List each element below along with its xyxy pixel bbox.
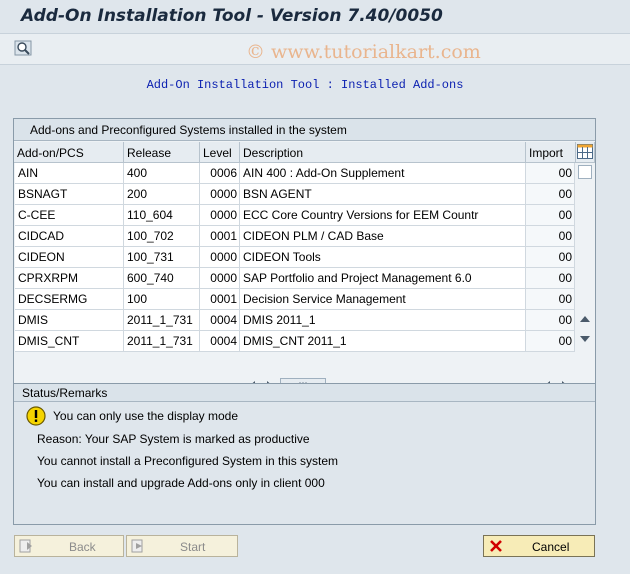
status-title: Status/Remarks bbox=[14, 384, 595, 402]
cell-description: AIN 400 : Add-On Supplement bbox=[240, 163, 526, 184]
cell-addon: DECSERMG bbox=[15, 289, 124, 310]
cell-import: 00 bbox=[526, 289, 575, 310]
cell-level: 0004 bbox=[200, 310, 240, 331]
cell-addon: CIDEON bbox=[15, 247, 124, 268]
warning-icon bbox=[26, 406, 46, 429]
cell-level: 0000 bbox=[200, 268, 240, 289]
row-select-box[interactable] bbox=[578, 165, 592, 179]
cell-import: 00 bbox=[526, 163, 575, 184]
table-row[interactable]: BSNAGT 200 0000 BSN AGENT 00 bbox=[15, 184, 593, 205]
cell-import: 00 bbox=[526, 331, 575, 352]
cell-level: 0004 bbox=[200, 331, 240, 352]
cell-addon: BSNAGT bbox=[15, 184, 124, 205]
button-bar: Back Start Cancel bbox=[0, 530, 630, 574]
installed-addons-group: Add-ons and Preconfigured Systems instal… bbox=[13, 118, 596, 419]
status-remarks-group: Status/Remarks You can only use the disp… bbox=[13, 383, 596, 525]
cell-release: 600_740 bbox=[124, 268, 200, 289]
start-icon bbox=[131, 539, 145, 556]
cell-addon: CPRXRPM bbox=[15, 268, 124, 289]
cell-description: CIDEON PLM / CAD Base bbox=[240, 226, 526, 247]
column-header-level[interactable]: Level bbox=[200, 142, 240, 163]
cell-description: Decision Service Management bbox=[240, 289, 526, 310]
column-header-release[interactable]: Release bbox=[124, 142, 200, 163]
cell-release: 400 bbox=[124, 163, 200, 184]
status-line: You can only use the display mode bbox=[53, 409, 239, 423]
cell-import: 00 bbox=[526, 247, 575, 268]
page-subtitle: Add-On Installation Tool : Installed Add… bbox=[146, 78, 464, 92]
cell-level: 0001 bbox=[200, 289, 240, 310]
column-header-description[interactable]: Description bbox=[240, 142, 526, 163]
table-row[interactable]: C-CEE 110_604 0000 ECC Core Country Vers… bbox=[15, 205, 593, 226]
start-label: Start bbox=[180, 540, 206, 554]
cell-description: CIDEON Tools bbox=[240, 247, 526, 268]
table-row[interactable]: AIN 400 0006 AIN 400 : Add-On Supplement… bbox=[15, 163, 593, 184]
cell-level: 0000 bbox=[200, 205, 240, 226]
scroll-up-icon[interactable] bbox=[579, 313, 591, 327]
cell-level: 0000 bbox=[200, 184, 240, 205]
group-title: Add-ons and Preconfigured Systems instal… bbox=[14, 119, 595, 141]
scroll-down-icon[interactable] bbox=[579, 333, 591, 347]
cancel-x-icon bbox=[488, 539, 504, 556]
cell-description: BSN AGENT bbox=[240, 184, 526, 205]
cell-level: 0000 bbox=[200, 247, 240, 268]
cell-addon: DMIS_CNT bbox=[15, 331, 124, 352]
cell-import: 00 bbox=[526, 310, 575, 331]
table-row[interactable]: CIDCAD 100_702 0001 CIDEON PLM / CAD Bas… bbox=[15, 226, 593, 247]
cell-addon: C-CEE bbox=[15, 205, 124, 226]
cell-import: 00 bbox=[526, 184, 575, 205]
table-row[interactable]: DMIS 2011_1_731 0004 DMIS 2011_1 00 bbox=[15, 310, 593, 331]
status-line: Reason: Your SAP System is marked as pro… bbox=[37, 432, 310, 446]
cell-import: 00 bbox=[526, 268, 575, 289]
cell-release: 200 bbox=[124, 184, 200, 205]
column-settings-icon[interactable] bbox=[576, 142, 595, 163]
status-line: You can install and upgrade Add-ons only… bbox=[37, 476, 325, 490]
cell-addon: DMIS bbox=[15, 310, 124, 331]
cancel-button[interactable]: Cancel bbox=[483, 535, 595, 557]
cell-addon: CIDCAD bbox=[15, 226, 124, 247]
vertical-scrollbar[interactable] bbox=[575, 163, 595, 369]
cell-level: 0001 bbox=[200, 226, 240, 247]
cell-release: 2011_1_731 bbox=[124, 310, 200, 331]
cell-import: 00 bbox=[526, 226, 575, 247]
cell-description: SAP Portfolio and Project Management 6.0 bbox=[240, 268, 526, 289]
status-line: You cannot install a Preconfigured Syste… bbox=[37, 454, 339, 468]
cell-release: 2011_1_731 bbox=[124, 331, 200, 352]
cell-release: 100_702 bbox=[124, 226, 200, 247]
back-icon bbox=[19, 539, 33, 556]
window-title: Add-On Installation Tool - Version 7.40/… bbox=[21, 6, 443, 26]
magnifier-icon[interactable] bbox=[14, 40, 34, 58]
main-content: Add-On Installation Tool : Installed Add… bbox=[0, 66, 630, 574]
watermark: © www.tutorialkart.com bbox=[246, 41, 481, 63]
cell-addon: AIN bbox=[15, 163, 124, 184]
cell-description: DMIS 2011_1 bbox=[240, 310, 526, 331]
table-row[interactable]: CPRXRPM 600_740 0000 SAP Portfolio and P… bbox=[15, 268, 593, 289]
cancel-label: Cancel bbox=[532, 540, 570, 554]
back-label: Back bbox=[69, 540, 96, 554]
cell-level: 0006 bbox=[200, 163, 240, 184]
title-bar: Add-On Installation Tool - Version 7.40/… bbox=[0, 0, 630, 33]
column-header-import[interactable]: Import ... bbox=[526, 142, 576, 174]
cell-release: 100 bbox=[124, 289, 200, 310]
column-header-addon[interactable]: Add-on/PCS bbox=[14, 142, 124, 163]
cell-description: ECC Core Country Versions for EEM Countr bbox=[240, 205, 526, 226]
back-button[interactable]: Back bbox=[14, 535, 124, 557]
cell-release: 110_604 bbox=[124, 205, 200, 226]
table-row[interactable]: DECSERMG 100 0001 Decision Service Manag… bbox=[15, 289, 593, 310]
toolbar: © www.tutorialkart.com bbox=[0, 33, 630, 65]
table-row[interactable]: DMIS_CNT 2011_1_731 0004 DMIS_CNT 2011_1… bbox=[15, 331, 593, 352]
cell-description: DMIS_CNT 2011_1 bbox=[240, 331, 526, 352]
cell-release: 100_731 bbox=[124, 247, 200, 268]
table-row[interactable]: CIDEON 100_731 0000 CIDEON Tools 00 bbox=[15, 247, 593, 268]
cell-import: 00 bbox=[526, 205, 575, 226]
start-button[interactable]: Start bbox=[126, 535, 238, 557]
